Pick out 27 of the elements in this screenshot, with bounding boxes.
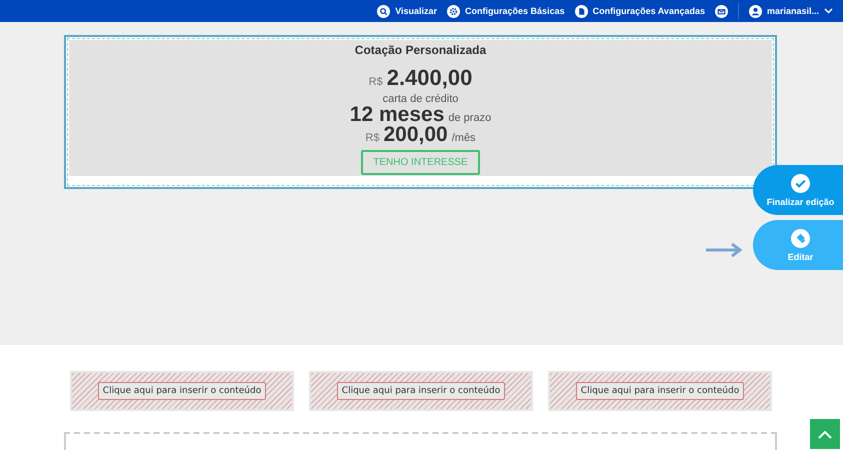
menu-link[interactable]: Configurações Avançadas: [574, 4, 705, 18]
credit-caption: carta de crédito: [382, 93, 458, 105]
preview-icon: [377, 4, 390, 18]
gear-icon: [447, 4, 460, 18]
credit-amount: 2.400,00: [386, 65, 472, 91]
insert-content-button[interactable]: Clique aqui para inserir o conteúdo: [576, 382, 744, 400]
currency-label: R$: [368, 76, 383, 88]
quote-title: Cotação Personalizada: [354, 43, 486, 57]
arrow-right-icon: [705, 242, 743, 258]
installment-suffix: /mês: [452, 132, 476, 144]
mail-icon[interactable]: [714, 4, 728, 18]
menu-link[interactable]: Visualizar: [377, 4, 438, 18]
user-icon: [748, 4, 762, 18]
eraser-icon: [791, 228, 810, 248]
insert-content-button[interactable]: Clique aqui para inserir o conteúdo: [336, 382, 506, 400]
term-value: 12 meses: [350, 105, 444, 125]
chevron-down-icon: [824, 8, 833, 14]
document-icon: [574, 4, 588, 18]
check-icon: [791, 174, 810, 192]
currency-label: R$: [365, 132, 380, 144]
installment-amount: 200,00: [383, 125, 448, 145]
user-menu[interactable]: marianasil...: [748, 4, 833, 18]
chevron-up-icon: [818, 430, 832, 438]
menu-link[interactable]: Configurações Básicas: [447, 4, 565, 18]
term-suffix: de prazo: [448, 112, 492, 124]
insert-content-button[interactable]: Clique aqui para inserir o conteúdo: [98, 382, 266, 400]
scroll-top-button[interactable]: [810, 419, 840, 449]
